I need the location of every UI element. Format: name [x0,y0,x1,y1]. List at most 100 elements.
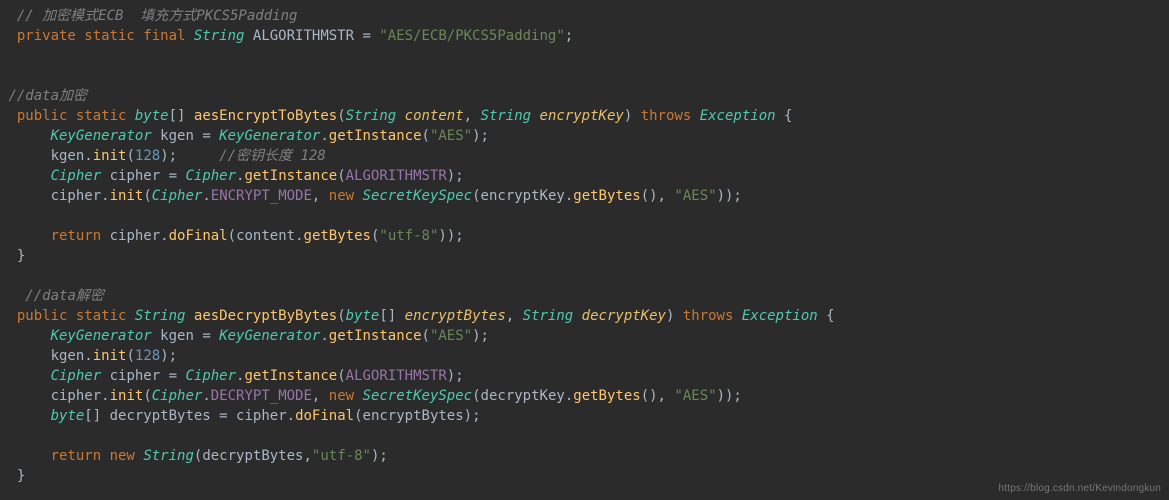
code-token: ( [422,128,430,144]
code-token: byte [135,108,169,124]
code-token: getInstance [329,128,422,144]
code-token: aesDecryptByBytes [194,308,337,324]
code-token [0,168,51,184]
code-token [0,368,51,384]
code-token: ( [422,328,430,344]
code-token: ( [228,228,236,244]
code-token: getInstance [244,368,337,384]
code-token [0,148,51,164]
code-token [573,308,581,324]
code-token [126,308,134,324]
code-token: public static [17,308,127,324]
code-token: init [110,188,144,204]
code-token: , [464,108,481,124]
code-token: SecretKeySpec [363,188,473,204]
code-token: ) [666,308,683,324]
code-token [0,188,51,204]
code-token: KeyGenerator [51,128,152,144]
code-token [0,328,51,344]
code-token: kgen [51,348,85,364]
code-token: decryptKey [582,308,666,324]
code-token [126,108,134,124]
code-token: ); [160,148,219,164]
code-token: "AES/ECB/PKCS5Padding" [379,28,564,44]
code-line: KeyGenerator kgen = KeyGenerator.getInst… [0,128,489,144]
code-token: ( [126,148,134,164]
code-token [101,368,109,384]
code-token: 128 [135,348,160,364]
code-token: ENCRYPT_MODE [211,188,312,204]
code-token: String [523,308,574,324]
code-token: KeyGenerator [51,328,152,344]
code-token: cipher [236,408,287,424]
code-token: Cipher [185,168,236,184]
code-token: ( [354,408,362,424]
code-line: KeyGenerator kgen = KeyGenerator.getInst… [0,328,489,344]
code-token: KeyGenerator [219,328,320,344]
code-token: . [101,388,109,404]
code-line: Cipher cipher = Cipher.getInstance(ALGOR… [0,168,464,184]
code-line: public static byte[] aesEncryptToBytes(S… [0,108,792,124]
code-token: . [202,388,210,404]
code-token [185,28,193,44]
code-token: getInstance [244,168,337,184]
code-token: Cipher [152,188,203,204]
code-token: kgen [160,128,194,144]
code-token: encryptKey [481,188,565,204]
code-token: private static final [17,28,186,44]
code-token: byte [346,308,380,324]
code-token: getInstance [329,328,422,344]
code-token: . [202,188,210,204]
code-token: doFinal [169,228,228,244]
code-token: cipher [110,168,161,184]
code-token: init [93,148,127,164]
code-token [733,308,741,324]
code-line: public static String aesDecryptByBytes(b… [0,308,835,324]
code-token: //data加密 [8,88,87,104]
code-token: } [0,248,25,264]
code-token: "utf-8" [379,228,438,244]
code-token: [] [84,408,109,424]
code-token: . [101,188,109,204]
code-token: )); [717,188,742,204]
code-token: , [312,388,329,404]
code-line: kgen.init(128); //密钥长度 128 [0,148,326,164]
code-token: (), [641,388,675,404]
code-block: // 加密模式ECB 填充方式PKCS5Padding private stat… [0,0,1169,486]
code-token [0,228,51,244]
code-token: ALGORITHMSTR [346,168,447,184]
code-token: getBytes [573,388,640,404]
code-line: cipher.init(Cipher.ENCRYPT_MODE, new Sec… [0,188,742,204]
code-line: //data加密 [0,88,87,104]
code-token: { [818,308,835,324]
code-token: new [329,188,354,204]
code-token: cipher [51,388,102,404]
code-token: = [354,28,379,44]
code-token [0,448,51,464]
code-token: ); [160,348,177,364]
code-token: init [93,348,127,364]
code-token: //密钥长度 128 [219,148,326,164]
code-token: )); [438,228,463,244]
code-token: ); [464,408,481,424]
code-token: ( [337,368,345,384]
code-line: return cipher.doFinal(content.getBytes("… [0,228,464,244]
code-line: cipher.init(Cipher.DECRYPT_MODE, new Sec… [0,388,742,404]
code-token: Cipher [51,368,102,384]
code-token: Cipher [51,168,102,184]
code-token [0,388,51,404]
code-token: decryptBytes [110,408,211,424]
code-token: new [329,388,354,404]
code-line: } [0,248,25,264]
code-token: KeyGenerator [219,128,320,144]
code-line: Cipher cipher = Cipher.getInstance(ALGOR… [0,368,464,384]
code-token: cipher [110,368,161,384]
code-token: ( [337,168,345,184]
code-token: "utf-8" [312,448,371,464]
code-token: (), [641,188,675,204]
code-token: "AES" [430,328,472,344]
code-token: aesEncryptToBytes [194,108,337,124]
code-line: //data解密 [0,288,104,304]
code-token: // 加密模式ECB 填充方式PKCS5Padding [17,8,298,24]
code-token: encryptBytes [405,308,506,324]
